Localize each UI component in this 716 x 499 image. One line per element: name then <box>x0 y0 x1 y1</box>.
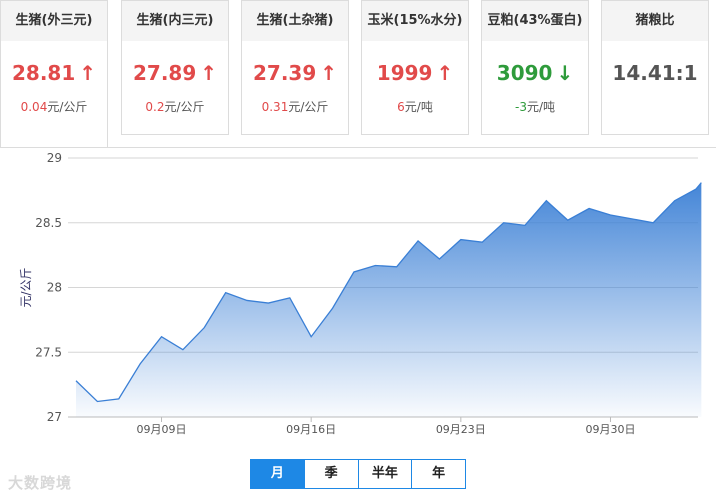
change-value: -3 <box>514 100 527 114</box>
change-unit: 元/公斤 <box>164 100 205 114</box>
arrow-down-icon: ↓ <box>556 61 574 85</box>
change-unit: 元/公斤 <box>288 100 329 114</box>
x-tick-label: 09月23日 <box>436 423 486 436</box>
y-axis-label: 元/公斤 <box>19 267 33 307</box>
change-unit: 元/吨 <box>526 100 555 114</box>
card-title: 猪粮比 <box>602 1 708 41</box>
change-value: 0.2 <box>145 100 165 114</box>
watermark: 大数跨境 <box>8 474 73 492</box>
arrow-up-icon: ↑ <box>320 61 338 85</box>
arrow-up-icon: ↑ <box>436 61 454 85</box>
change-value: 0.31 <box>261 100 289 114</box>
price-card[interactable]: 生猪(内三元) 27.89 ↑ 0.2元/公斤 <box>121 0 229 135</box>
range-tab[interactable]: 年 <box>412 460 465 488</box>
card-title: 玉米(15%水分) <box>362 1 468 41</box>
range-tab[interactable]: 月 <box>251 460 305 488</box>
price-value: 1999 <box>376 61 433 85</box>
card-title: 生猪(土杂猪) <box>242 1 348 41</box>
price-card[interactable]: 生猪(外三元) 28.81 ↑ 0.04元/公斤 <box>0 0 108 148</box>
card-change: 0.04元/公斤 <box>1 98 107 115</box>
range-tab[interactable]: 季 <box>305 460 359 488</box>
x-tick-label: 09月09日 <box>137 423 187 436</box>
x-tick-label: 09月30日 <box>585 423 635 436</box>
change-value: 6 <box>397 100 405 114</box>
x-tick-label: 09月16日 <box>286 423 336 436</box>
change-value: 0.04 <box>20 100 48 114</box>
range-tab[interactable]: 半年 <box>359 460 413 488</box>
change-unit: 元/吨 <box>404 100 433 114</box>
arrow-up-icon: ↑ <box>200 61 218 85</box>
card-price: 28.81 ↑ <box>1 61 107 85</box>
card-price: 27.89 ↑ <box>122 61 228 85</box>
card-title: 生猪(内三元) <box>122 1 228 41</box>
card-price: 14.41:1 <box>602 61 708 85</box>
card-change: 0.31元/公斤 <box>242 98 348 115</box>
price-value: 28.81 <box>11 61 76 85</box>
card-title: 生猪(外三元) <box>1 1 107 41</box>
card-price: 3090 ↓ <box>482 61 588 85</box>
y-tick-label: 27 <box>47 410 62 424</box>
y-tick-label: 27.5 <box>35 345 62 359</box>
card-price: 1999 ↑ <box>362 61 468 85</box>
series-area <box>76 182 702 417</box>
card-title: 豆粕(43%蛋白) <box>482 1 588 41</box>
card-change: 0.2元/公斤 <box>122 98 228 115</box>
y-tick-label: 28 <box>47 281 62 295</box>
range-tabs: 月季半年年 <box>250 459 466 489</box>
card-price: 27.39 ↑ <box>242 61 348 85</box>
price-cards: 生猪(外三元) 28.81 ↑ 0.04元/公斤 生猪(内三元) 27.89 ↑ 0.2元/公… <box>0 0 716 148</box>
price-value: 14.41:1 <box>612 61 698 85</box>
chart-panel: 27 27.5 28 28.5 29 元/公斤 09月09日 09月16日 09月23日 09月3… <box>0 147 716 499</box>
arrow-up-icon: ↑ <box>79 61 97 85</box>
price-card[interactable]: 生猪(土杂猪) 27.39 ↑ 0.31元/公斤 <box>241 0 349 135</box>
price-card[interactable]: 玉米(15%水分) 1999 ↑ 6元/吨 <box>361 0 469 135</box>
y-tick-label: 29 <box>47 151 62 165</box>
price-value: 27.89 <box>132 61 197 85</box>
card-change: -3元/吨 <box>482 98 588 115</box>
y-tick-label: 28.5 <box>35 216 62 230</box>
change-unit: 元/公斤 <box>47 100 88 114</box>
price-trend-chart: 27 27.5 28 28.5 29 元/公斤 09月09日 09月16日 09月23日 09月3… <box>19 151 702 436</box>
card-change: 6元/吨 <box>362 98 468 115</box>
price-card[interactable]: 豆粕(43%蛋白) 3090 ↓ -3元/吨 <box>481 0 589 135</box>
price-value: 3090 <box>496 61 553 85</box>
price-value: 27.39 <box>252 61 317 85</box>
price-card[interactable]: 猪粮比 14.41:1 <box>601 0 709 135</box>
